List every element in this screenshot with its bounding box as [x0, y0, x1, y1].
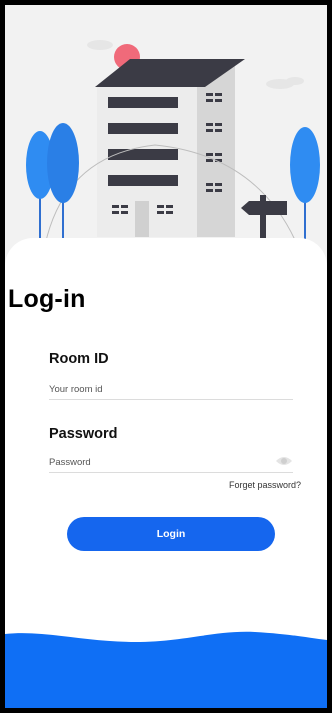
window-stripe [108, 175, 178, 186]
eye-icon[interactable] [275, 454, 293, 468]
cloud-shape [87, 40, 113, 50]
room-id-label: Room ID [49, 351, 109, 367]
login-button[interactable]: Login [67, 517, 275, 551]
password-label: Password [49, 426, 118, 442]
signpost-arrow [241, 201, 287, 215]
cloud-shape [286, 77, 304, 85]
building-wall [197, 65, 235, 237]
room-id-input[interactable] [49, 379, 293, 400]
tree-shape [47, 123, 79, 203]
password-input[interactable] [49, 452, 293, 473]
window-stripe [108, 123, 178, 134]
window-stripe [108, 149, 178, 160]
login-screen: Log-in Room ID Password Forget password?… [5, 5, 327, 708]
forgot-password-link[interactable]: Forget password? [229, 480, 301, 490]
page-title: Log-in [8, 285, 86, 313]
building-illustration [26, 40, 320, 246]
building-door [135, 201, 149, 237]
bottom-wave [5, 631, 327, 708]
window-stripe [108, 97, 178, 108]
tree-shape [290, 127, 320, 203]
